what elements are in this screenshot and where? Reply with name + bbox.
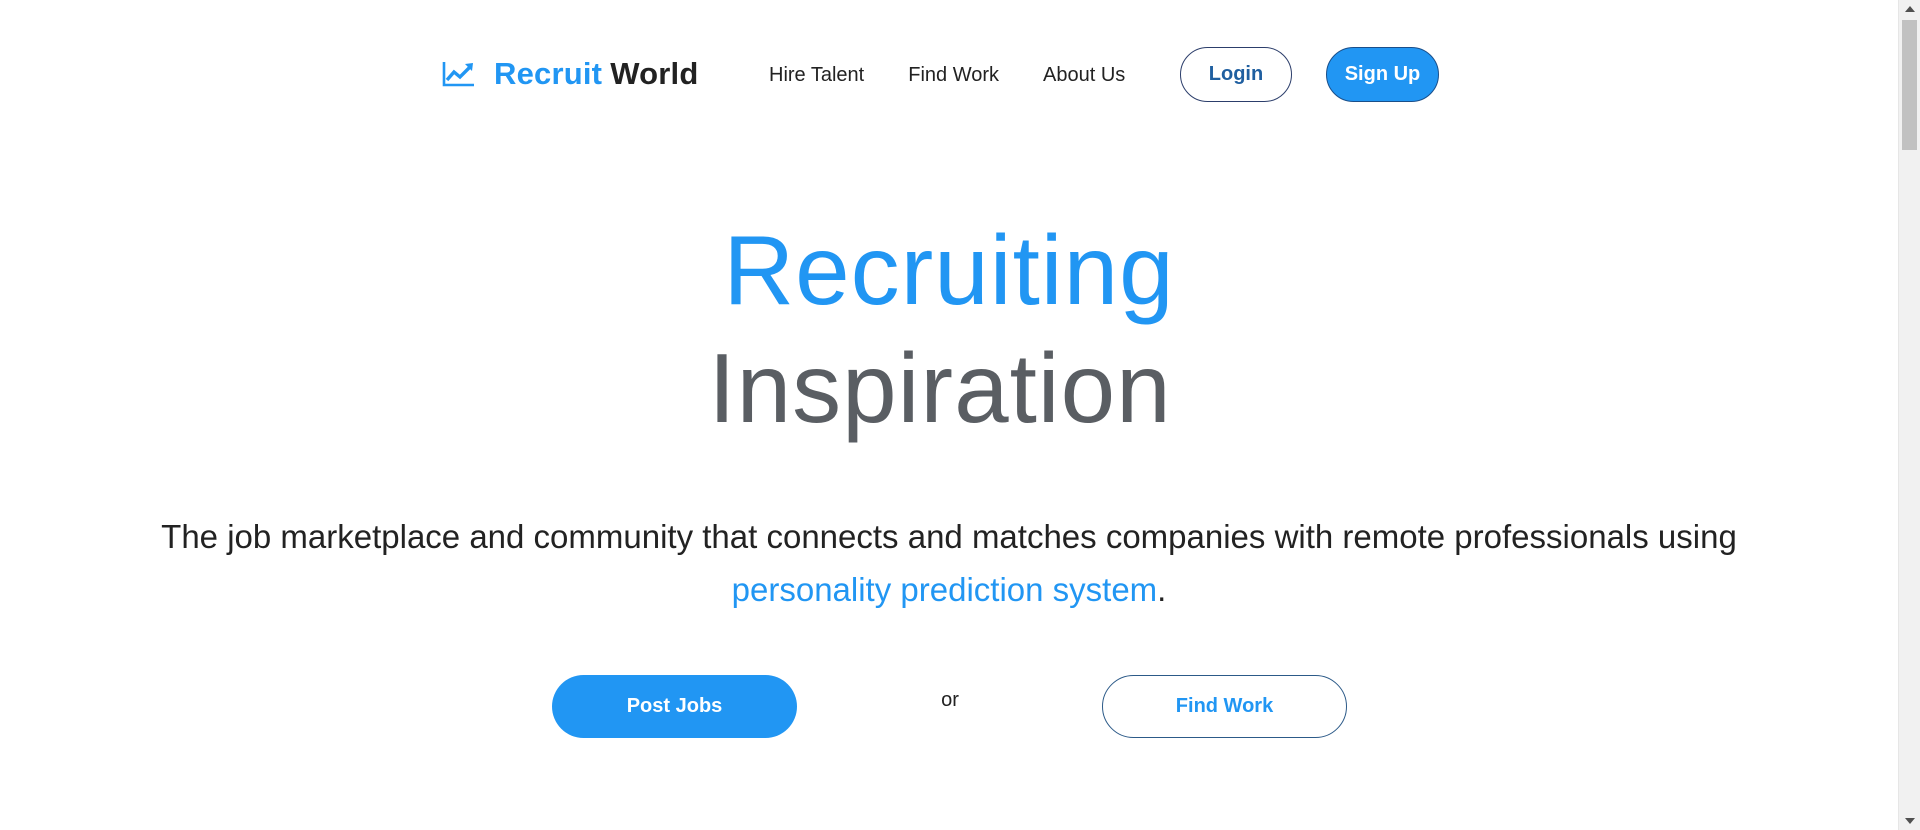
main-nav: Hire Talent Find Work About Us: [769, 62, 1169, 88]
cta-row: Post Jobs or Find Work: [0, 675, 1898, 739]
find-work-button[interactable]: Find Work: [1102, 675, 1347, 738]
nav-link-about-us[interactable]: About Us: [1043, 62, 1125, 88]
nav-link-hire-talent[interactable]: Hire Talent: [769, 62, 864, 88]
page: Recruit World Hire Talent Find Work About…: [0, 0, 1920, 830]
vertical-scrollbar[interactable]: [1898, 0, 1920, 830]
brand-name-first: Recruit: [494, 56, 603, 91]
scroll-down-arrow-icon[interactable]: [1905, 818, 1915, 824]
brand-name: Recruit World: [494, 56, 698, 92]
tagline-period: .: [1157, 571, 1167, 608]
or-separator: or: [941, 689, 959, 711]
tagline-highlight: personality prediction system: [731, 571, 1158, 608]
login-button[interactable]: Login: [1180, 47, 1292, 102]
scroll-up-arrow-icon[interactable]: [1905, 6, 1915, 12]
sign-up-button[interactable]: Sign Up: [1326, 47, 1439, 102]
brand-logo-link[interactable]: Recruit World: [440, 56, 698, 92]
nav-link-find-work[interactable]: Find Work: [908, 62, 999, 88]
brand-name-second: World: [610, 56, 699, 91]
header: Recruit World Hire Talent Find Work About…: [0, 0, 1898, 150]
trending-up-icon: [440, 59, 476, 89]
tagline-text: The job marketplace and community that c…: [161, 518, 1737, 555]
hero-title-line1: Recruiting: [723, 215, 1175, 325]
post-jobs-button[interactable]: Post Jobs: [552, 675, 797, 738]
hero-tagline: The job marketplace and community that c…: [120, 510, 1778, 616]
hero-title-line2: Inspiration: [708, 333, 1172, 443]
scroll-thumb[interactable]: [1902, 20, 1917, 150]
